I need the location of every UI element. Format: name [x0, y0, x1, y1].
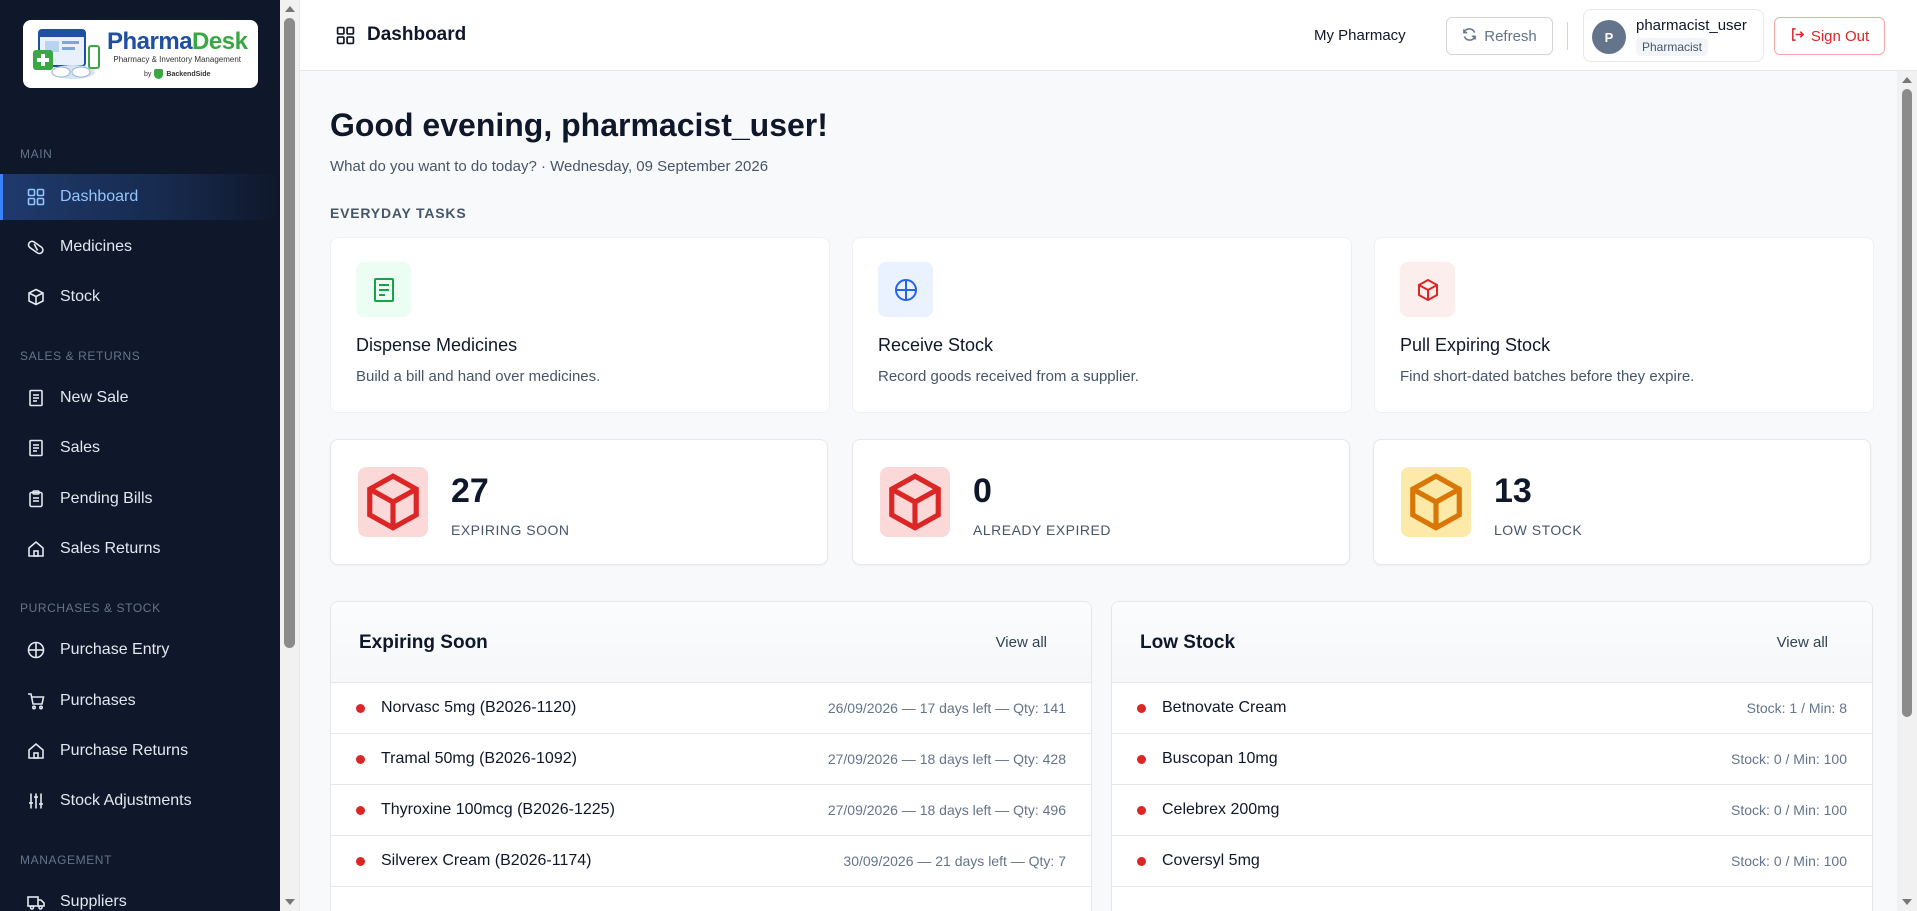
grid-icon: [27, 188, 45, 206]
receipt-icon: [27, 389, 45, 407]
view-all-link[interactable]: View all: [1777, 634, 1828, 651]
panel-header: Expiring Soon View all: [331, 602, 1091, 683]
panel-title: Expiring Soon: [359, 632, 488, 653]
panel-header: Low Stock View all: [1112, 602, 1872, 683]
list-item[interactable]: Norvasc 5mg (B2026-1120) 26/09/2026 — 17 …: [331, 683, 1091, 734]
receipt-icon: [356, 262, 411, 317]
view-all-link[interactable]: View all: [996, 634, 1047, 651]
list-item[interactable]: Thyroxine 100mcg (B2026-1225) 27/09/2026 …: [331, 785, 1091, 836]
sidebar-item-purchases[interactable]: Purchases: [0, 678, 280, 724]
pill-icon: [27, 238, 45, 256]
list-item[interactable]: Buscopan 10mg Stock: 0 / Min: 100: [1112, 734, 1872, 785]
refresh-button[interactable]: Refresh: [1446, 17, 1553, 55]
scroll-up-arrow-icon[interactable]: [285, 6, 295, 12]
list-item[interactable]: Tramal 50mg (B2026-1092) 27/09/2026 — 18 …: [331, 734, 1091, 785]
greeting-heading: Good evening, pharmacist_user!: [330, 107, 828, 143]
status-dot: [356, 755, 365, 764]
scroll-up-arrow-icon[interactable]: [1902, 77, 1912, 83]
crosshair-icon: [27, 641, 45, 659]
sidebar-item-sales[interactable]: Sales: [0, 425, 280, 471]
main-content: Good evening, pharmacist_user! What do y…: [300, 71, 1917, 911]
nav-section-sales: SALES & RETURNS: [20, 349, 141, 363]
avatar: P: [1592, 20, 1626, 54]
box-icon: [27, 288, 45, 306]
sidebar-item-purchase-entry[interactable]: Purchase Entry: [0, 627, 280, 673]
return-icon: [27, 540, 45, 558]
cart-icon: [27, 692, 45, 710]
list-item[interactable]: Betnovate Cream Stock: 1 / Min: 8: [1112, 683, 1872, 734]
brand-logo[interactable]: PharmaDesk Pharmacy & Inventory Manageme…: [23, 20, 258, 88]
sidebar: PharmaDesk Pharmacy & Inventory Manageme…: [0, 0, 280, 911]
header-divider: [1567, 22, 1568, 50]
backendside-logo-icon: [154, 69, 164, 79]
status-dot: [356, 704, 365, 713]
sidebar-item-purchase-returns[interactable]: Purchase Returns: [0, 728, 280, 774]
sidebar-item-suppliers[interactable]: Suppliers: [0, 879, 280, 911]
sidebar-scrollbar[interactable]: [280, 0, 300, 911]
status-dot: [356, 857, 365, 866]
clipboard-icon: [27, 490, 45, 508]
page-title: Dashboard: [336, 24, 466, 46]
status-dot: [1137, 806, 1146, 815]
scrollbar-thumb[interactable]: [1902, 89, 1912, 717]
return-icon: [27, 742, 45, 760]
refresh-icon: [1462, 27, 1477, 46]
sign-out-button[interactable]: Sign Out: [1774, 17, 1885, 55]
scroll-down-arrow-icon[interactable]: [1902, 899, 1912, 905]
sidebar-item-sales-returns[interactable]: Sales Returns: [0, 526, 280, 572]
everyday-tasks-label: EVERYDAY TASKS: [330, 205, 467, 221]
pharmacy-logo-icon: [31, 24, 111, 84]
status-dot: [1137, 857, 1146, 866]
box-icon: [1400, 262, 1455, 317]
panel-title: Low Stock: [1140, 632, 1236, 653]
task-card-dispense[interactable]: Dispense Medicines Build a bill and hand…: [330, 237, 830, 413]
list-item[interactable]: Celebrex 200mg Stock: 0 / Min: 100: [1112, 785, 1872, 836]
nav-section-main: MAIN: [20, 147, 53, 161]
brand-tagline: Pharmacy & Inventory Management: [113, 55, 242, 64]
nav-section-management: MANAGEMENT: [20, 853, 113, 867]
brand-name: PharmaDesk: [107, 28, 248, 55]
box-icon: [358, 467, 428, 537]
sidebar-item-dashboard[interactable]: Dashboard: [0, 174, 280, 220]
greeting-subtitle: What do you want to do today? · Wednesda…: [330, 158, 769, 175]
receipt-icon: [27, 439, 45, 457]
task-card-pull-expiring[interactable]: Pull Expiring Stock Find short-dated bat…: [1374, 237, 1874, 413]
status-dot: [1137, 704, 1146, 713]
user-role-badge: Pharmacist: [1636, 38, 1709, 56]
scrollbar-thumb[interactable]: [284, 18, 295, 648]
sidebar-item-pending-bills[interactable]: Pending Bills: [0, 476, 280, 522]
logout-icon: [1790, 27, 1805, 46]
truck-icon: [27, 893, 45, 911]
pharmacy-selector[interactable]: My Pharmacy: [1314, 27, 1406, 44]
low-stock-panel: Low Stock View all Betnovate Cream Stock:…: [1111, 601, 1873, 911]
user-name: pharmacist_user: [1636, 17, 1747, 34]
list-item[interactable]: Coversyl 5mg Stock: 0 / Min: 100: [1112, 836, 1872, 887]
grid-icon: [336, 26, 355, 45]
box-icon: [1401, 467, 1471, 537]
user-menu[interactable]: P pharmacist_user Pharmacist: [1583, 9, 1764, 62]
stat-card-already-expired[interactable]: 0 ALREADY EXPIRED: [852, 439, 1350, 565]
stat-card-expiring-soon[interactable]: 27 EXPIRING SOON: [330, 439, 828, 565]
sidebar-item-stock-adjustments[interactable]: Stock Adjustments: [0, 778, 280, 824]
task-card-receive-stock[interactable]: Receive Stock Record goods received from…: [852, 237, 1352, 413]
nav-section-purchases: PURCHASES & STOCK: [20, 601, 161, 615]
top-header: Dashboard My Pharmacy Refresh P pharmaci…: [300, 0, 1917, 71]
scroll-down-arrow-icon[interactable]: [285, 899, 295, 905]
sidebar-item-medicines[interactable]: Medicines: [0, 224, 280, 270]
sidebar-item-new-sale[interactable]: New Sale: [0, 375, 280, 421]
status-dot: [1137, 755, 1146, 764]
stat-card-low-stock[interactable]: 13 LOW STOCK: [1373, 439, 1871, 565]
sidebar-item-stock[interactable]: Stock: [0, 274, 280, 320]
crosshair-icon: [878, 262, 933, 317]
sliders-icon: [27, 792, 45, 810]
brand-byline: by BackendSide: [144, 69, 211, 79]
content-scrollbar[interactable]: [1897, 71, 1917, 911]
status-dot: [356, 806, 365, 815]
list-item[interactable]: Silverex Cream (B2026-1174) 30/09/2026 — …: [331, 836, 1091, 887]
expiring-soon-panel: Expiring Soon View all Norvasc 5mg (B202…: [330, 601, 1092, 911]
box-icon: [880, 467, 950, 537]
